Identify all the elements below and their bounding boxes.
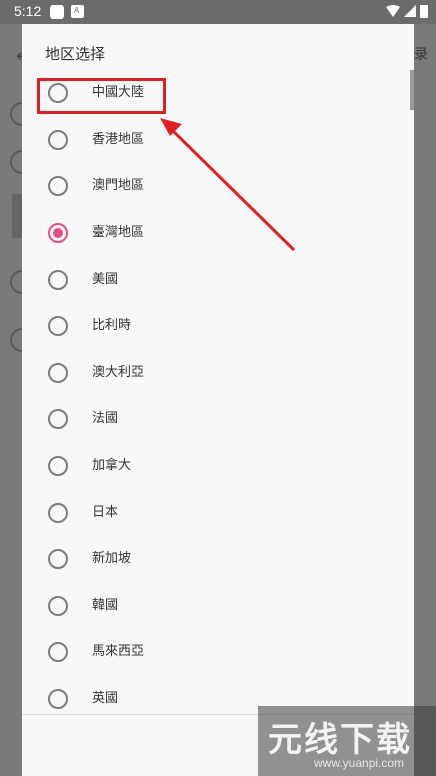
annotation-arrow-icon <box>160 118 296 252</box>
watermark-title: 元线下载 <box>268 720 412 760</box>
watermark-url: www.yuanpi.com <box>314 756 405 770</box>
watermark-logo: 元线下载 www.yuanpi.com <box>258 706 436 776</box>
